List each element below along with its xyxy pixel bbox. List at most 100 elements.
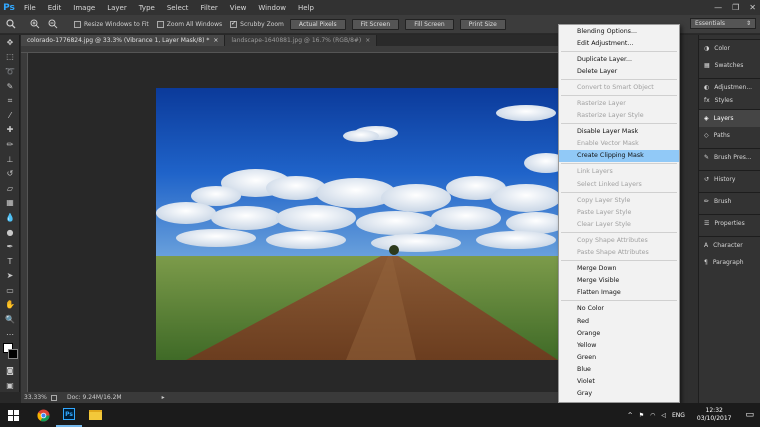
- path-select-icon[interactable]: ➤: [0, 269, 20, 284]
- screen-mode-icon[interactable]: ▣: [0, 378, 20, 393]
- hand-tool-icon[interactable]: ✋: [0, 298, 20, 313]
- quick-mask-icon[interactable]: ◙: [0, 363, 20, 378]
- chevron-up-icon[interactable]: ^: [628, 412, 633, 419]
- menu-item-red[interactable]: Red: [559, 315, 679, 327]
- chevron-right-icon[interactable]: ▸: [162, 394, 165, 401]
- resize-windows-checkbox[interactable]: Resize Windows to Fit: [74, 20, 149, 28]
- crop-tool-icon[interactable]: ⌗: [0, 93, 20, 108]
- workspace-dropdown[interactable]: Essentials ⇕: [690, 18, 756, 29]
- panel-paths[interactable]: ◇ Paths: [699, 127, 760, 144]
- close-icon[interactable]: ✕: [749, 3, 756, 12]
- clock[interactable]: 12:32 03/10/2017: [697, 407, 732, 423]
- move-tool-icon[interactable]: ✥: [0, 35, 20, 50]
- eraser-tool-icon[interactable]: ▱: [0, 181, 20, 196]
- zoom-tool-icon[interactable]: 🔍: [0, 312, 20, 327]
- dodge-tool-icon[interactable]: ●: [0, 225, 20, 240]
- background-color[interactable]: [8, 349, 18, 360]
- history-brush-icon[interactable]: ↺: [0, 166, 20, 181]
- menu-item-duplicate-layer[interactable]: Duplicate Layer...: [559, 53, 679, 65]
- menu-item-merge-visible[interactable]: Merge Visible: [559, 275, 679, 287]
- gradient-tool-icon[interactable]: ▦: [0, 196, 20, 211]
- panel-character[interactable]: A Character: [699, 237, 760, 254]
- photoshop-taskbar-icon[interactable]: Ps: [56, 403, 82, 427]
- close-icon[interactable]: ×: [365, 37, 370, 44]
- panel-layers[interactable]: ◈ Layers: [699, 110, 760, 127]
- menu-view[interactable]: View: [224, 4, 253, 12]
- menu-file[interactable]: File: [18, 4, 42, 12]
- panels-dock: ◑ Color ▦ Swatches ◐ Adjustmen... fx Styles …: [698, 35, 760, 403]
- panel-brush[interactable]: ✏ Brush: [699, 193, 760, 210]
- panel-properties[interactable]: ☰ Properties: [699, 215, 760, 232]
- actual-pixels-button[interactable]: Actual Pixels: [289, 18, 346, 30]
- quick-select-tool-icon[interactable]: ✎: [0, 79, 20, 94]
- panel-swatches[interactable]: ▦ Swatches: [699, 57, 760, 74]
- shape-tool-icon[interactable]: ▭: [0, 283, 20, 298]
- zoom-all-checkbox[interactable]: Zoom All Windows: [156, 20, 222, 28]
- language-indicator[interactable]: ENG: [672, 412, 685, 419]
- zoom-level[interactable]: 33.33%: [21, 394, 51, 401]
- menu-window[interactable]: Window: [252, 4, 292, 12]
- notification-icon[interactable]: ⚑: [639, 412, 644, 419]
- zoom-tool-icon[interactable]: [4, 17, 18, 31]
- menu-item-yellow[interactable]: Yellow: [559, 339, 679, 351]
- document-image[interactable]: [156, 88, 558, 360]
- panel-adjustments[interactable]: ◐ Adjustmen...: [699, 79, 760, 96]
- menu-item-delete-layer[interactable]: Delete Layer: [559, 65, 679, 77]
- type-tool-icon[interactable]: T: [0, 254, 20, 269]
- network-icon[interactable]: ◠: [650, 412, 655, 419]
- panel-history[interactable]: ↺ History: [699, 171, 760, 188]
- marquee-tool-icon[interactable]: ⬚: [0, 50, 20, 65]
- fill-screen-button[interactable]: Fill Screen: [405, 18, 454, 30]
- checkbox-icon[interactable]: [156, 20, 164, 28]
- menu-filter[interactable]: Filter: [194, 4, 223, 12]
- volume-icon[interactable]: ◁: [661, 412, 666, 419]
- menu-item-flatten-image[interactable]: Flatten Image: [559, 287, 679, 299]
- eyedropper-tool-icon[interactable]: ⁄: [0, 108, 20, 123]
- panel-styles[interactable]: fx Styles: [699, 96, 760, 105]
- clone-stamp-icon[interactable]: ⊥: [0, 152, 20, 167]
- color-swatches[interactable]: [0, 341, 19, 363]
- lasso-tool-icon[interactable]: ➰: [0, 64, 20, 79]
- menu-item-violet[interactable]: Violet: [559, 375, 679, 387]
- healing-brush-icon[interactable]: ✚: [0, 123, 20, 138]
- action-center-icon[interactable]: ▭: [745, 410, 754, 420]
- menu-select[interactable]: Select: [161, 4, 195, 12]
- more-tools-icon[interactable]: ⋯: [0, 327, 20, 342]
- menu-type[interactable]: Type: [133, 4, 161, 12]
- menu-item-gray[interactable]: Gray: [559, 388, 679, 400]
- blur-tool-icon[interactable]: 💧: [0, 210, 20, 225]
- close-icon[interactable]: ×: [213, 37, 218, 44]
- menu-help[interactable]: Help: [292, 4, 320, 12]
- zoom-out-icon[interactable]: [46, 17, 60, 31]
- menu-item-disable-layer-mask[interactable]: Disable Layer Mask: [559, 126, 679, 138]
- minimize-icon[interactable]: —: [714, 3, 722, 12]
- menu-edit[interactable]: Edit: [42, 4, 68, 12]
- menu-item-create-clipping-mask[interactable]: Create Clipping Mask: [559, 149, 679, 162]
- chrome-icon[interactable]: [30, 403, 56, 427]
- panel-brush-presets[interactable]: ✎ Brush Pres...: [699, 149, 760, 166]
- scrubby-zoom-checkbox[interactable]: ✓ Scrubby Zoom: [230, 20, 284, 28]
- menu-item-merge-down[interactable]: Merge Down: [559, 263, 679, 275]
- menu-item-edit-adjustment[interactable]: Edit Adjustment...: [559, 37, 679, 49]
- menu-item-blending-options[interactable]: Blending Options...: [559, 25, 679, 37]
- brush-tool-icon[interactable]: ✏: [0, 137, 20, 152]
- panel-paragraph[interactable]: ¶ Paragraph: [699, 254, 760, 271]
- menu-image[interactable]: Image: [67, 4, 101, 12]
- zoom-in-icon[interactable]: [28, 17, 42, 31]
- print-size-button[interactable]: Print Size: [459, 18, 506, 30]
- menu-item-orange[interactable]: Orange: [559, 327, 679, 339]
- menu-item-no-color[interactable]: No Color: [559, 303, 679, 315]
- windows-start-icon[interactable]: [0, 403, 26, 427]
- tab-landscape[interactable]: landscape-1640881.jpg @ 16.7% (RGB/8#) ×: [225, 35, 378, 46]
- file-explorer-icon[interactable]: [82, 403, 108, 427]
- menu-layer[interactable]: Layer: [101, 4, 133, 12]
- pen-tool-icon[interactable]: ✒: [0, 239, 20, 254]
- menu-item-green[interactable]: Green: [559, 351, 679, 363]
- fit-screen-button[interactable]: Fit Screen: [351, 18, 400, 30]
- menu-item-blue[interactable]: Blue: [559, 363, 679, 375]
- checkbox-icon[interactable]: [74, 20, 81, 28]
- tab-colorado[interactable]: colorado-1776824.jpg @ 33.3% (Vibrance 1…: [21, 35, 226, 46]
- restore-icon[interactable]: ❐: [732, 3, 739, 12]
- checkmark-icon[interactable]: ✓: [230, 20, 238, 28]
- panel-color[interactable]: ◑ Color: [699, 40, 760, 57]
